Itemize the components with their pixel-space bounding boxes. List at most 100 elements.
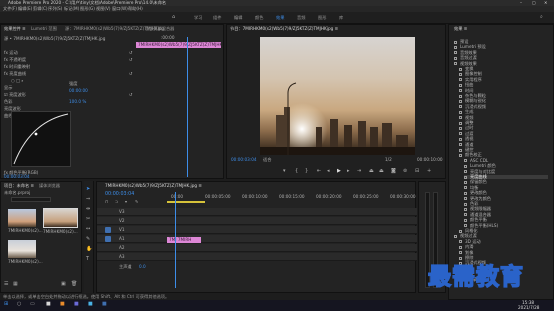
menu-graphics[interactable]: 图形(G) (80, 6, 95, 11)
workspace-assembly[interactable]: 组件 (213, 15, 221, 20)
go-to-out-icon[interactable]: ⇥ (357, 169, 361, 174)
search-icon[interactable]: ○ (17, 302, 21, 307)
effect-row-time-remap[interactable]: fx 时间重映射 (4, 64, 30, 69)
track-v2[interactable]: V2 (97, 217, 417, 225)
tab-project[interactable]: 项目：未命名 ≡ (4, 183, 34, 188)
app-icon[interactable]: ■ (46, 302, 51, 307)
master-track-value[interactable]: 0.0 (139, 264, 146, 269)
menu-clip[interactable]: 剪辑(C) (33, 6, 48, 11)
tab-audio-mixer[interactable]: 音频剪辑混合器 (145, 26, 174, 31)
compare-icon[interactable]: ⊟ (415, 169, 419, 174)
tab-timeline[interactable]: 7MIRHKM0(s2)Wb5(7)9/ZJ5KTZ(Z)TMJHK.jpg ≡ (105, 183, 202, 188)
reset-icon[interactable]: ↺ (129, 58, 132, 62)
razor-icon[interactable]: ✂ (86, 217, 90, 222)
list-view-icon[interactable]: ☰ (4, 282, 8, 287)
mask-tools[interactable]: ○ □ ⌕ (11, 78, 24, 83)
target-a1-toggle[interactable] (105, 236, 111, 242)
track-v3[interactable]: V3 (97, 208, 417, 216)
slip-tool-icon[interactable]: ↔ (86, 227, 90, 232)
snap-icon[interactable]: ⊓ (105, 200, 108, 204)
workspace-learn[interactable]: 学习 (194, 15, 202, 20)
timeline-settings-icon[interactable]: ✎ (135, 200, 138, 204)
menu-view[interactable]: 视图(V) (96, 6, 111, 11)
app-icon[interactable]: ■ (102, 302, 107, 307)
play-icon[interactable]: ▶ (337, 169, 341, 174)
add-marker-icon[interactable]: ▾ (125, 200, 127, 204)
settings-icon[interactable]: + (427, 169, 431, 174)
program-timecode[interactable]: 00:00:03:04 (231, 157, 257, 162)
reset-icon[interactable]: ↺ (129, 51, 132, 55)
track-v1[interactable]: V1 (97, 226, 417, 234)
track-a2[interactable]: A2 (97, 244, 417, 252)
type-tool-icon[interactable]: T (86, 257, 89, 262)
task-view-icon[interactable]: ▭ (30, 302, 35, 307)
reset-icon[interactable]: ↺ (129, 72, 132, 76)
luma-curve-graph[interactable] (11, 111, 71, 167)
reset-icon[interactable]: ↺ (129, 93, 132, 97)
mark-in-icon[interactable]: { (295, 169, 298, 174)
vr-icon[interactable]: ⊚ (403, 169, 407, 174)
lift-icon[interactable]: ⏏ (369, 169, 374, 174)
track-select-icon[interactable]: ⇒ (86, 197, 90, 202)
mark-out-icon[interactable]: } (305, 169, 308, 174)
home-icon[interactable]: ⌂ (172, 15, 175, 20)
target-v1-toggle[interactable] (105, 227, 111, 233)
effect-row-opacity[interactable]: fx 不透明度 (4, 57, 26, 62)
timeline-playhead[interactable] (175, 192, 176, 288)
quality-dropdown[interactable]: 1/2 (385, 157, 392, 162)
tab-effects[interactable]: 效果 ≡ (454, 26, 467, 31)
workspace-color[interactable]: 颜色 (255, 15, 263, 20)
icon-view-icon[interactable]: ▦ (13, 282, 18, 287)
menu-sequence[interactable]: 序列(S) (48, 6, 62, 11)
minimize-icon[interactable]: – (520, 1, 522, 5)
intensity-value[interactable]: 100.0 % (69, 99, 86, 104)
close-icon[interactable]: ✕ (544, 1, 547, 5)
time-value[interactable]: 00:00:00 (69, 88, 88, 93)
menu-help[interactable]: 帮助(H) (128, 6, 143, 11)
track-a1[interactable]: A1 (97, 235, 417, 243)
effect-row-motion[interactable]: fx 运动 (4, 50, 18, 55)
app-icon[interactable]: ■ (60, 302, 65, 307)
add-marker-icon[interactable]: ▾ (283, 169, 286, 174)
ripple-edit-icon[interactable]: ⇹ (86, 207, 90, 212)
hand-tool-icon[interactable]: ✋ (86, 247, 92, 252)
workspace-audio[interactable]: 音频 (297, 15, 305, 20)
app-icon[interactable]: ■ (88, 302, 93, 307)
menu-marker[interactable]: 标记(M) (64, 6, 79, 11)
pen-tool-icon[interactable]: ✎ (86, 237, 90, 242)
tab-lumetri-scopes[interactable]: Lumetri 范围 (31, 26, 57, 31)
export-frame-icon[interactable]: ◙ (391, 169, 396, 174)
delete-icon[interactable]: 🗑 (71, 282, 77, 287)
effect-row-luma-curve[interactable]: fx 亮度曲线 (4, 71, 26, 76)
windows-start-icon[interactable]: ⊞ (4, 302, 8, 307)
extract-icon[interactable]: ⏏ (379, 169, 384, 174)
workspace-effects[interactable]: 效果 (276, 15, 284, 20)
work-area-bar[interactable] (167, 201, 205, 203)
timeline-clip[interactable]: 7MI 7MIRH (167, 237, 201, 243)
workspace-graphics[interactable]: 图形 (318, 15, 326, 20)
new-item-icon[interactable]: ▣ (61, 282, 66, 287)
tab-effect-controls[interactable]: 效果控件 ≡ (4, 26, 26, 31)
app-icon[interactable]: ■ (74, 302, 79, 307)
go-to-in-icon[interactable]: ⇤ (317, 169, 321, 174)
menu-edit[interactable]: 编辑(E) (18, 6, 32, 11)
selection-tool-icon[interactable]: ➤ (86, 187, 90, 192)
fit-dropdown[interactable]: 适合 (263, 157, 271, 162)
project-thumb-2[interactable] (43, 208, 78, 228)
workspace-libraries[interactable]: 库 (339, 15, 343, 20)
step-back-icon[interactable]: ◂ (327, 169, 330, 174)
maximize-icon[interactable]: ▢ (532, 1, 536, 5)
effect-row-luma-waveform[interactable]: ☑ 亮度波形 (4, 92, 26, 97)
workspace-editing[interactable]: 编辑 (234, 15, 242, 20)
step-forward-icon[interactable]: ▸ (347, 169, 350, 174)
project-search-input[interactable] (11, 197, 51, 202)
track-a3[interactable]: A3 (97, 253, 417, 261)
tab-program[interactable]: 节目：7MIRHKM0(s2)Wb5(7)9/ZJ5KTZ(Z)TMJHKjpg… (230, 26, 338, 31)
menu-window[interactable]: 窗口(W) (112, 6, 128, 11)
search-icon[interactable]: ⌕ (540, 15, 543, 20)
tab-media-browser[interactable]: 媒体浏览器 (39, 183, 60, 188)
project-thumb-3[interactable] (8, 240, 36, 258)
project-thumb-1[interactable] (8, 209, 36, 227)
effect-clip-bar[interactable]: 7MIRHKM0(s2)Wb5(7)9/ZJ5KTZ(Z)TMJHKjpg (136, 42, 221, 48)
menu-file[interactable]: 文件(F) (3, 6, 17, 11)
